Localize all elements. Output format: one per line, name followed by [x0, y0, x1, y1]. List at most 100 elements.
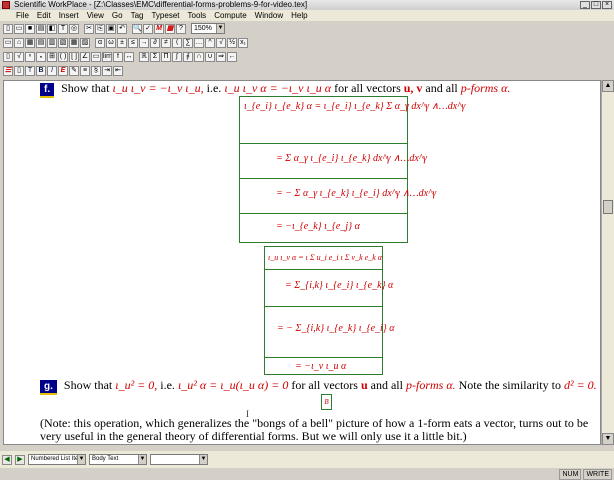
outdent-icon[interactable]: ⇤	[113, 65, 123, 76]
product-icon[interactable]: Π	[161, 51, 171, 62]
tag-icon[interactable]: ☰	[3, 65, 13, 76]
equation-table-2[interactable]: ι_u ι_v α = ι Σ u_i e_i ι Σ v_k e_k α = …	[264, 246, 395, 375]
negated-icon[interactable]: ≠	[161, 37, 171, 48]
brackets-icon[interactable]: ( )	[58, 51, 68, 62]
subscript-icon[interactable]: x₁	[238, 37, 248, 48]
text-mode-button[interactable]: T	[25, 65, 35, 76]
radical-icon[interactable]: √	[14, 51, 24, 62]
menu-go[interactable]: Go	[108, 10, 127, 21]
binary-op-icon[interactable]: ±	[117, 37, 127, 48]
contour-icon[interactable]: ∮	[183, 51, 193, 62]
copy-icon[interactable]: ⎘	[95, 23, 105, 34]
typeset-icon[interactable]: T	[58, 23, 68, 34]
integral-icon[interactable]: ∫	[172, 51, 182, 62]
save-icon[interactable]: ■	[25, 23, 35, 34]
compute-toolbar-icon[interactable]: ▦	[25, 37, 35, 48]
bigcap-icon[interactable]: ∩	[194, 51, 204, 62]
document-area[interactable]: f. Show that ι_u ι_v = −ι_v ι_u, i.e. ι_…	[3, 80, 601, 445]
item-f-label[interactable]: f.	[40, 83, 55, 98]
operator-icon[interactable]: lim	[102, 51, 112, 62]
accent-icon[interactable]: ^	[205, 37, 215, 48]
menu-tag[interactable]: Tag	[127, 10, 148, 21]
tools-icon[interactable]: ✎	[69, 65, 79, 76]
arrow-icon[interactable]: →	[139, 37, 149, 48]
print-icon[interactable]: ▤	[36, 23, 46, 34]
minimize-button[interactable]: _	[580, 1, 590, 9]
menu-help[interactable]: Help	[287, 10, 311, 21]
menu-compute[interactable]: Compute	[210, 10, 250, 21]
menu-file[interactable]: File	[12, 10, 33, 21]
sqrt-icon[interactable]: √	[216, 37, 226, 48]
fraction-icon[interactable]: ½	[227, 37, 237, 48]
greek-omega-icon[interactable]: ω	[106, 37, 116, 48]
bracket-square-icon[interactable]: [ ]	[69, 51, 79, 62]
spell-icon[interactable]: ✓	[143, 23, 153, 34]
paste-icon[interactable]: ▣	[106, 23, 116, 34]
big-op-icon[interactable]: ∑	[183, 37, 193, 48]
zoom-select[interactable]: 150% ▼	[191, 23, 225, 34]
scroll-thumb[interactable]	[603, 200, 613, 214]
plot-icon[interactable]: ▥	[47, 37, 57, 48]
menu-insert[interactable]: Insert	[55, 10, 83, 21]
reals-icon[interactable]: ℝ	[139, 51, 149, 62]
menu-window[interactable]: Window	[251, 10, 287, 21]
text-icon[interactable]: ▯	[14, 65, 24, 76]
item-tag-select[interactable]: Numbered List Item ▼	[28, 454, 86, 465]
ellipsis-icon[interactable]: …	[194, 37, 204, 48]
preview-icon[interactable]: ◧	[47, 23, 57, 34]
fraction-template-icon[interactable]: ▯	[3, 51, 13, 62]
spacing-icon[interactable]: ↔	[124, 51, 134, 62]
emphasis-icon[interactable]: E	[58, 65, 68, 76]
section-tag-select[interactable]: ▼	[150, 454, 208, 465]
superscript-icon[interactable]: ⁿ	[25, 51, 35, 62]
bigcup-icon[interactable]: ∪	[205, 51, 215, 62]
greek-alpha-icon[interactable]: α	[95, 37, 105, 48]
list-icon[interactable]: ≡	[80, 65, 90, 76]
cut-icon[interactable]: ✂	[84, 23, 94, 34]
label-icon[interactable]: ∠	[80, 51, 90, 62]
menu-view[interactable]: View	[83, 10, 108, 21]
leftarrow-icon[interactable]: ←	[227, 51, 237, 62]
section-icon[interactable]: §	[91, 65, 101, 76]
find-icon[interactable]: 🔍	[132, 23, 142, 34]
image-icon[interactable]: ▧	[58, 37, 68, 48]
close-button[interactable]: ×	[602, 1, 612, 9]
bold-button[interactable]: B	[36, 65, 46, 76]
bookmark-icon[interactable]: ⌂	[14, 37, 24, 48]
menu-typeset[interactable]: Typeset	[147, 10, 183, 21]
open-icon[interactable]: ▭	[14, 23, 24, 34]
subscript-template-icon[interactable]: ₙ	[36, 51, 46, 62]
math-name-icon[interactable]: f	[113, 51, 123, 62]
scroll-down-icon[interactable]: ▼	[602, 433, 614, 445]
item-g-label[interactable]: g.	[40, 380, 57, 395]
note-icon[interactable]: ▨	[80, 37, 90, 48]
maximize-button[interactable]: □	[591, 1, 601, 9]
back-arrow-icon[interactable]: ◀	[2, 454, 12, 465]
scroll-up-icon[interactable]: ▲	[602, 80, 614, 92]
help-icon[interactable]: ?	[176, 23, 186, 34]
compute-icon[interactable]: ▦	[165, 23, 175, 34]
undo-icon[interactable]: ↶	[117, 23, 127, 34]
delimiter-icon[interactable]: ⟨	[172, 37, 182, 48]
display-icon[interactable]: ▭	[91, 51, 101, 62]
vertical-scrollbar[interactable]: ▲ ▼	[601, 80, 614, 445]
sum-icon[interactable]: Σ	[150, 51, 160, 62]
forward-arrow-icon[interactable]: ▶	[15, 454, 25, 465]
field-icon[interactable]: ▤	[36, 37, 46, 48]
misc-symbol-icon[interactable]: ∂	[150, 37, 160, 48]
table-icon[interactable]: ▦	[69, 37, 79, 48]
menu-edit[interactable]: Edit	[33, 10, 55, 21]
menu-tools[interactable]: Tools	[184, 10, 211, 21]
equation-table-1[interactable]: ι_{e_i} ι_{e_k} α = ι_{e_i} ι_{e_k} Σ α_…	[239, 96, 465, 243]
math-icon[interactable]: M	[154, 23, 164, 34]
fragment-icon[interactable]: ▭	[3, 37, 13, 48]
empty-math-box[interactable]: B	[321, 394, 332, 410]
text-tag-select[interactable]: Body Text ▼	[89, 454, 147, 465]
italic-button[interactable]: I	[47, 65, 57, 76]
relation-icon[interactable]: ≤	[128, 37, 138, 48]
implies-icon[interactable]: ⇒	[216, 51, 226, 62]
matrix-icon[interactable]: ⊞	[47, 51, 57, 62]
new-icon[interactable]: ▯	[3, 23, 13, 34]
web-icon[interactable]: ◎	[69, 23, 79, 34]
indent-icon[interactable]: ⇥	[102, 65, 112, 76]
